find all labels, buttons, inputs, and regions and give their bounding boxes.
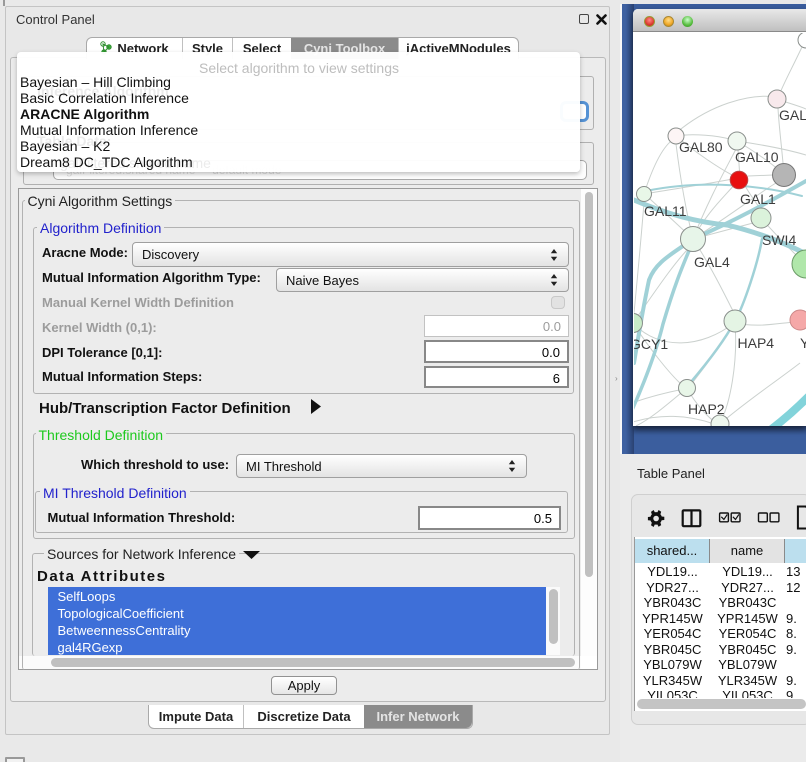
svg-text:HAP4: HAP4 <box>738 335 775 351</box>
svg-text:SWI4: SWI4 <box>762 232 796 248</box>
svg-text:GAL11: GAL11 <box>644 203 687 219</box>
svg-text:GAL80: GAL80 <box>679 139 723 155</box>
svg-text:Y: Y <box>800 335 806 351</box>
svg-text:GAL4: GAL4 <box>694 254 730 270</box>
svg-text:GAL1: GAL1 <box>740 191 776 207</box>
svg-text:GAL8: GAL8 <box>779 107 806 123</box>
svg-text:HAP2: HAP2 <box>688 401 725 417</box>
svg-text:GCY1: GCY1 <box>634 336 668 352</box>
svg-text:GAL10: GAL10 <box>735 149 779 165</box>
